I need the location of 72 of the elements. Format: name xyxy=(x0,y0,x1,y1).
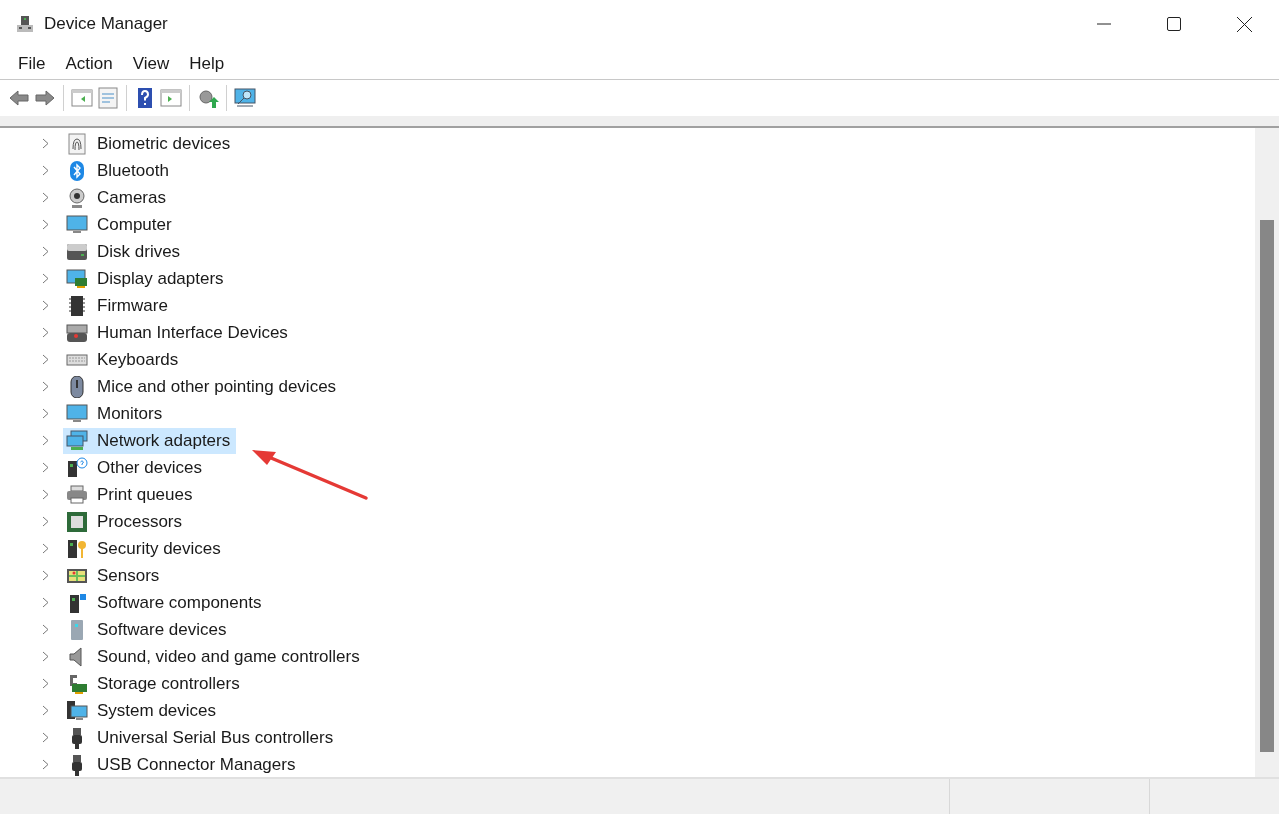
expand-chevron-icon[interactable] xyxy=(42,273,49,284)
window-title: Device Manager xyxy=(44,13,168,36)
tree-item[interactable]: Disk drives xyxy=(63,238,187,265)
tree-item[interactable]: Sensors xyxy=(63,562,166,589)
menu-item[interactable]: Help xyxy=(179,49,235,78)
expand-chevron-icon[interactable] xyxy=(42,597,49,608)
expand-chevron-icon[interactable] xyxy=(42,138,49,149)
keyboard-gamepad-icon xyxy=(66,321,88,344)
fingerprint-icon xyxy=(66,132,88,155)
display-card-icon xyxy=(66,267,88,290)
expand-chevron-icon[interactable] xyxy=(42,624,49,635)
tree-item[interactable]: Cameras xyxy=(63,184,172,211)
key-tower-icon xyxy=(66,537,88,560)
scrollbar[interactable] xyxy=(1255,128,1279,777)
webcam-icon xyxy=(66,186,88,209)
expand-chevron-icon[interactable] xyxy=(42,354,49,365)
expand-chevron-icon[interactable] xyxy=(42,408,49,419)
tree-item[interactable]: Computer xyxy=(63,211,178,238)
expand-chevron-icon[interactable] xyxy=(42,165,49,176)
properties-icon[interactable] xyxy=(95,85,121,111)
expand-chevron-icon[interactable] xyxy=(42,300,49,311)
menu-item[interactable]: Action xyxy=(55,49,123,78)
expand-chevron-icon[interactable] xyxy=(42,651,49,662)
unknown-device-icon xyxy=(66,456,88,479)
expand-chevron-icon[interactable] xyxy=(42,192,49,203)
tree-item[interactable]: Sound, video and game controllers xyxy=(63,643,366,670)
tree-item[interactable]: Keyboards xyxy=(63,346,185,373)
expand-chevron-icon[interactable] xyxy=(42,435,49,446)
tree-item[interactable]: Monitors xyxy=(63,400,169,427)
tree-item[interactable]: Firmware xyxy=(63,292,174,319)
printer-icon xyxy=(66,483,88,506)
tree-item[interactable]: Processors xyxy=(63,508,189,535)
expand-chevron-icon[interactable] xyxy=(42,219,49,230)
maximize-icon xyxy=(1167,17,1181,31)
tree-item[interactable]: Human Interface Devices xyxy=(63,319,294,346)
expand-chevron-icon[interactable] xyxy=(42,516,49,527)
tree-item[interactable]: Biometric devices xyxy=(63,130,237,157)
expand-chevron-icon[interactable] xyxy=(42,705,49,716)
system-computer-icon xyxy=(66,699,88,722)
processor-icon xyxy=(66,510,88,533)
monitor-icon xyxy=(66,213,88,236)
tree-item[interactable]: Network adapters xyxy=(63,427,237,454)
tree-item[interactable]: Other devices xyxy=(63,454,208,481)
menu-item[interactable]: View xyxy=(122,49,180,78)
tree-item[interactable]: Universal Serial Bus controllers xyxy=(63,724,340,751)
tree-item[interactable]: Mice and other pointing devices xyxy=(63,373,343,400)
tree-item[interactable]: Software components xyxy=(63,589,268,616)
tree-item[interactable]: Print queues xyxy=(63,481,199,508)
expand-chevron-icon[interactable] xyxy=(42,570,49,581)
expand-chevron-icon[interactable] xyxy=(42,543,49,554)
scrollbar-thumb[interactable] xyxy=(1260,220,1274,752)
tree-item[interactable]: Storage controllers xyxy=(63,670,246,697)
expand-chevron-icon[interactable] xyxy=(42,732,49,743)
close-icon xyxy=(1236,16,1252,32)
expand-chevron-icon[interactable] xyxy=(42,489,49,500)
tree-item[interactable]: Bluetooth xyxy=(63,157,175,184)
expand-chevron-icon[interactable] xyxy=(42,759,49,770)
chip-icon xyxy=(66,294,88,317)
tree-item[interactable]: System devices xyxy=(63,697,223,724)
monitor-icon xyxy=(66,402,88,425)
tree-item[interactable]: Display adapters xyxy=(63,265,230,292)
expand-chevron-icon[interactable] xyxy=(42,678,49,689)
expand-chevron-icon[interactable] xyxy=(42,327,49,338)
app-icon xyxy=(16,15,34,33)
menu-item[interactable]: File xyxy=(8,49,56,78)
expand-chevron-icon[interactable] xyxy=(42,462,49,473)
tree-item[interactable]: Security devices xyxy=(63,535,227,562)
tree-item[interactable]: Software devices xyxy=(63,616,233,643)
expand-chevron-icon[interactable] xyxy=(42,246,49,257)
expand-chevron-icon[interactable] xyxy=(42,381,49,392)
tree-item[interactable]: USB Connector Managers xyxy=(63,751,302,777)
network-computers-icon xyxy=(66,429,88,452)
